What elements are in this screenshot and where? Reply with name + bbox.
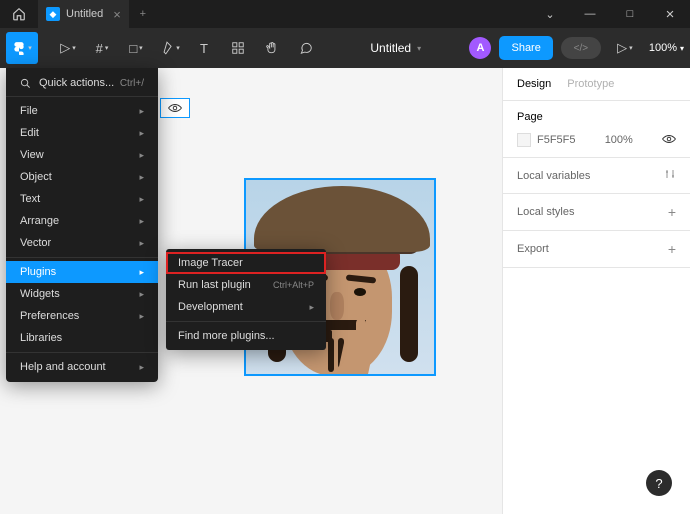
window-minimize-button[interactable]: — [570,0,610,28]
main-menu-button[interactable]: ▾ [6,32,38,64]
tab-close-icon[interactable]: × [113,7,121,22]
tab-prototype[interactable]: Prototype [567,78,614,90]
file-tab[interactable]: ◆ Untitled × [38,0,129,28]
settings-icon[interactable] [664,168,676,183]
menu-widgets[interactable]: Widgets▸ [6,283,158,305]
document-title[interactable]: Untitled ▾ [322,41,469,55]
frame-tool[interactable]: #▾ [86,32,118,64]
tab-design[interactable]: Design [517,78,551,90]
resources-tool[interactable] [222,32,254,64]
menu-text[interactable]: Text▸ [6,188,158,210]
page-background-swatch[interactable] [517,133,531,147]
menu-file[interactable]: File▸ [6,100,158,122]
window-more-button[interactable]: ⌄ [530,0,570,28]
tab-title: Untitled [66,8,103,20]
shape-tool[interactable]: □▾ [120,32,152,64]
text-tool[interactable]: T [188,32,220,64]
search-icon [20,78,31,89]
submenu-image-tracer[interactable]: Image Tracer [166,252,326,274]
add-tab-button[interactable]: + [129,8,157,20]
avatar[interactable]: A [469,37,491,59]
window-controls: ⌄ — □ × [530,0,690,28]
menu-libraries[interactable]: Libraries [6,327,158,349]
menu-separator [166,321,326,322]
plugins-submenu: Image Tracer Run last pluginCtrl+Alt+P D… [166,249,326,350]
dev-mode-toggle[interactable]: </> [561,37,601,59]
menu-vector[interactable]: Vector▸ [6,232,158,254]
plus-icon[interactable]: + [668,204,676,220]
menu-view[interactable]: View▸ [6,144,158,166]
main-menu: Quick actions... Ctrl+/ File▸ Edit▸ View… [6,68,158,382]
menu-plugins[interactable]: Plugins▸ [6,261,158,283]
right-panel: Design Prototype Page F5F5F5 100% Local … [502,68,690,514]
window-close-button[interactable]: × [650,0,690,28]
menu-preferences[interactable]: Preferences▸ [6,305,158,327]
menu-edit[interactable]: Edit▸ [6,122,158,144]
menu-separator [6,257,158,258]
local-variables-section[interactable]: Local variables [503,158,690,194]
page-background-opacity[interactable]: 100% [605,134,633,146]
pen-tool[interactable]: ▾ [154,32,186,64]
zoom-control[interactable]: 100%▾ [649,42,684,54]
titlebar: ◆ Untitled × + ⌄ — □ × [0,0,690,28]
submenu-find-more-plugins[interactable]: Find more plugins... [166,325,326,347]
eye-icon[interactable] [662,134,676,147]
share-button[interactable]: Share [499,36,552,60]
menu-separator [6,352,158,353]
submenu-run-last-plugin[interactable]: Run last pluginCtrl+Alt+P [166,274,326,296]
page-section-title: Page [517,111,676,123]
export-section[interactable]: Export + [503,231,690,268]
menu-object[interactable]: Object▸ [6,166,158,188]
help-button[interactable]: ? [646,470,672,496]
hand-tool[interactable] [256,32,288,64]
chevron-down-icon: ▾ [28,44,32,52]
submenu-development[interactable]: Development▸ [166,296,326,318]
toolbar: ▾ ▷▾ #▾ □▾ ▾ T Untitled ▾ A Share </> ▷▾… [0,28,690,68]
page-section: Page F5F5F5 100% [503,101,690,158]
layer-visibility-indicator[interactable] [160,98,190,118]
menu-arrange[interactable]: Arrange▸ [6,210,158,232]
window-maximize-button[interactable]: □ [610,0,650,28]
home-button[interactable] [0,7,38,21]
present-button[interactable]: ▷▾ [609,32,641,64]
chevron-down-icon: ▾ [417,44,421,53]
plus-icon[interactable]: + [668,241,676,257]
move-tool[interactable]: ▷▾ [52,32,84,64]
menu-help[interactable]: Help and account▸ [6,356,158,378]
comment-tool[interactable] [290,32,322,64]
figma-file-icon: ◆ [46,7,60,21]
local-styles-section[interactable]: Local styles + [503,194,690,231]
page-background-color[interactable]: F5F5F5 [537,134,576,146]
menu-quick-actions[interactable]: Quick actions... Ctrl+/ [6,72,158,97]
